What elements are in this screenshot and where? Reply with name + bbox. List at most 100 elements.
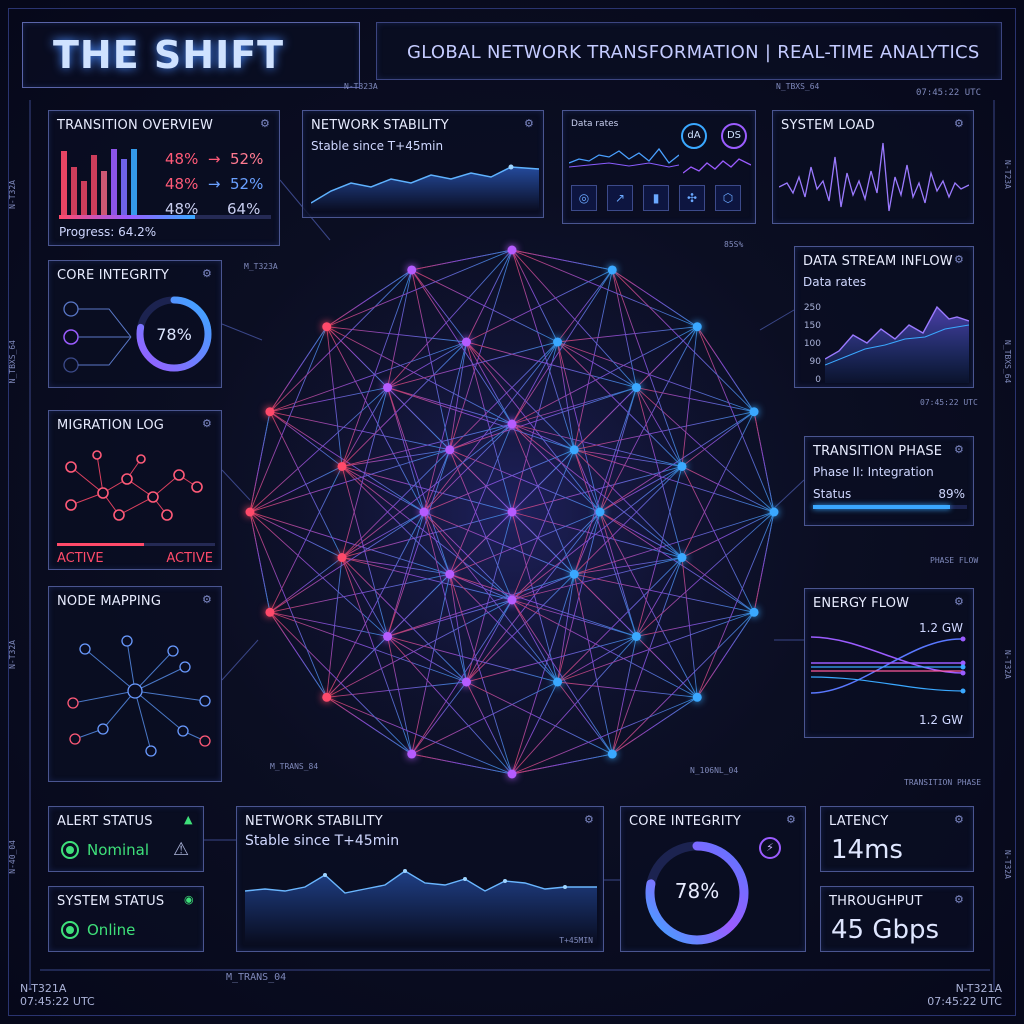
data-stream-chart [825, 305, 969, 383]
energy-flow-mid-tag: N_106NL_04 [690, 766, 739, 775]
node-mapping-title: NODE MAPPING [57, 594, 162, 609]
transition-phase-status-value: 89% [938, 487, 965, 501]
settings-icon[interactable]: ⚙ [202, 594, 214, 606]
network-stability-bottom-chart [245, 869, 597, 943]
throughput-panel: THROUGHPUT ⚙ 45 Gbps [820, 886, 974, 952]
settings-icon[interactable]: ⚙ [954, 444, 966, 456]
alert-triangle-icon: ⚠ [173, 839, 190, 860]
system-load-waveform [779, 142, 969, 212]
core-integrity-bottom-value: 78% [674, 879, 720, 903]
settings-icon[interactable]: ⚙ [954, 814, 966, 826]
data-stream-inflow-panel: DATA STREAM INFLOW ⚙ Data rates 250 150 … [794, 246, 974, 388]
system-load-panel: SYSTEM LOAD ⚙ [772, 110, 974, 224]
node-mapping-tag: M_TRANS_84 [270, 762, 319, 771]
transition-overview-title: TRANSITION OVERVIEW [57, 118, 214, 133]
settings-icon[interactable]: ⚙ [954, 596, 966, 608]
energy-flow-footer-tag: TRANSITION PHASE [904, 778, 982, 787]
network-stability-bottom-subtitle: Stable since T+45min [245, 833, 400, 849]
throughput-value: 45 Gbps [831, 915, 940, 945]
transition-phase-title: TRANSITION PHASE [813, 444, 943, 459]
settings-icon[interactable]: ⚙ [954, 254, 966, 266]
node-mapping-panel: NODE MAPPING ⚙ [48, 586, 222, 782]
core-integrity-title: CORE INTEGRITY [57, 268, 170, 283]
throughput-title: THROUGHPUT [829, 894, 923, 909]
phase-flow-tag: PHASE FLOW [930, 556, 979, 565]
settings-icon[interactable]: ⚙ [260, 118, 272, 130]
settings-icon[interactable]: ⚙ [202, 268, 214, 280]
status-dot-icon [61, 841, 79, 859]
trend-icon[interactable]: ↗ [607, 185, 633, 211]
settings-icon[interactable]: ⚙ [202, 418, 214, 430]
transition-bars [61, 149, 137, 215]
badge-da[interactable]: dA [681, 123, 707, 149]
transition-overview-panel: TRANSITION OVERVIEW ⚙ 48% → 52% 48% → 52… [48, 110, 280, 246]
footer-code-left: N-T321A [20, 982, 67, 995]
migration-status-left: ACTIVE [57, 551, 104, 566]
footer-time-right: 07:45:22 UTC [927, 995, 1002, 1008]
data-rates-label: Data rates [571, 119, 619, 129]
overview-row-2: 48% → 52% [165, 175, 264, 193]
system-load-title: SYSTEM LOAD [781, 118, 875, 133]
settings-icon[interactable]: ⚙ [524, 118, 536, 130]
energy-flow-bottom-value: 1.2 GW [918, 713, 963, 727]
network-stability-bottom-title: NETWORK STABILITY [245, 814, 383, 829]
transition-phase-panel: TRANSITION PHASE ⚙ Phase II: Integration… [804, 436, 974, 526]
energy-flow-chart [811, 636, 966, 694]
shield-icon[interactable]: ⬡ [715, 185, 741, 211]
transition-phase-name: Phase II: Integration [813, 465, 934, 479]
core-integrity-left-panel: CORE INTEGRITY ⚙ 78% [48, 260, 222, 388]
footer-time-left: 07:45:22 UTC [20, 995, 95, 1008]
bar-chart-icon[interactable]: ▮ [643, 185, 669, 211]
alert-status-value: Nominal [87, 841, 150, 859]
network-stability-subtitle: Stable since T+45min [311, 139, 444, 153]
data-rates-panel: Data rates dA DS ◎ ↗ ▮ ✣ ⬡ [562, 110, 756, 224]
settings-icon[interactable]: ⚙ [954, 894, 966, 906]
globe-icon[interactable]: ◎ [571, 185, 597, 211]
progress-fill [59, 215, 196, 219]
system-status-value: Online [87, 921, 136, 939]
settings-icon[interactable]: ⚙ [954, 118, 966, 130]
data-rates-mini-chart [683, 158, 751, 174]
stability-sparkline [311, 164, 539, 211]
network-icon[interactable]: ✣ [679, 185, 705, 211]
node-mapping-graph [67, 635, 211, 757]
footer-code-right: N-T321A [955, 982, 1002, 995]
latency-title: LATENCY [829, 814, 889, 829]
migration-log-title: MIGRATION LOG [57, 418, 165, 433]
data-stream-time: 07:45:22 UTC [920, 398, 978, 407]
data-stream-subtitle: Data rates [803, 275, 867, 289]
progress-bar [59, 215, 271, 219]
network-stability-bottom-tag: T+45MIN [559, 936, 593, 945]
energy-flow-panel: ENERGY FLOW ⚙ 1.2 GW 1.2 GW [804, 588, 974, 738]
badge-ds[interactable]: DS [721, 123, 747, 149]
status-dot-icon [61, 921, 79, 939]
transition-phase-fill [813, 505, 951, 509]
alert-status-title: ALERT STATUS [57, 814, 153, 829]
settings-icon[interactable]: ⚙ [584, 814, 596, 826]
data-stream-yticks: 250 150 100 90 0 [803, 303, 821, 385]
system-status-title: SYSTEM STATUS [57, 894, 165, 909]
energy-flow-title: ENERGY FLOW [813, 596, 910, 611]
data-rates-chart [569, 147, 679, 168]
latency-panel: LATENCY ⚙ 14ms [820, 806, 974, 872]
network-stability-top-panel: NETWORK STABILITY ⚙ Stable since T+45min [302, 110, 544, 218]
transition-phase-bar [813, 505, 967, 509]
power-icon[interactable]: ⚡ [759, 837, 781, 859]
warning-icon: ▲ [184, 813, 193, 826]
network-stability-title: NETWORK STABILITY [311, 118, 449, 133]
overview-row-1: 48% → 52% [165, 150, 264, 168]
migration-log-panel: MIGRATION LOG ⚙ ACTIVE ACTIVE [48, 410, 222, 570]
system-status-panel: SYSTEM STATUS ◉ Online [48, 886, 204, 952]
core-integrity-links [63, 301, 132, 373]
migration-progress-bar [57, 543, 215, 546]
latency-value: 14ms [831, 835, 903, 865]
core-integrity-bottom-title: CORE INTEGRITY [629, 814, 742, 829]
settings-icon[interactable]: ⚙ [786, 814, 798, 826]
alert-status-panel: ALERT STATUS ▲ Nominal ⚠ [48, 806, 204, 872]
network-stability-bottom-panel: NETWORK STABILITY ⚙ Stable since T+45min… [236, 806, 604, 952]
transition-phase-status-label: Status [813, 487, 852, 501]
migration-status-right: ACTIVE [166, 551, 213, 566]
core-integrity-bottom-panel: CORE INTEGRITY ⚙ 78% ⚡ [620, 806, 806, 952]
status-indicator-icon: ◉ [184, 893, 194, 906]
core-integrity-value: 78% [156, 325, 192, 344]
